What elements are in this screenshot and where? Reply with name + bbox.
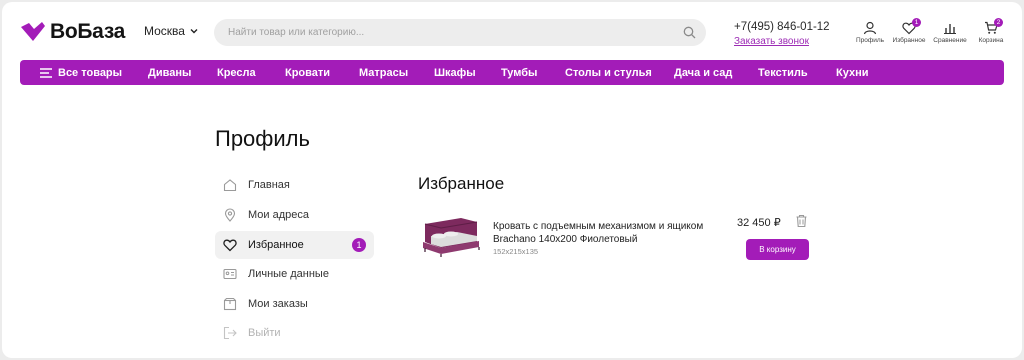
nav-item-tables-chairs[interactable]: Столы и стулья <box>565 67 652 79</box>
callback-link[interactable]: Заказать звонок <box>734 36 809 47</box>
favorites-title: Избранное <box>418 174 505 193</box>
box-icon <box>223 297 237 311</box>
city-selector[interactable]: Москва <box>144 24 199 38</box>
sidebar-item-label: Избранное <box>248 239 304 251</box>
heart-icon <box>223 238 237 252</box>
sidebar-item-personal-data[interactable]: Личные данные <box>215 260 374 288</box>
sidebar-item-addresses[interactable]: Мои адреса <box>215 201 374 229</box>
product-image[interactable] <box>417 214 483 258</box>
sidebar-item-label: Выйти <box>248 327 281 339</box>
city-label: Москва <box>144 24 185 38</box>
nav-item-beds[interactable]: Кровати <box>285 67 330 79</box>
sidebar-item-label: Мои заказы <box>248 298 308 310</box>
nav-item-textile[interactable]: Текстиль <box>758 67 808 79</box>
cart-label: Корзина <box>978 37 1004 44</box>
nav-item-kitchens[interactable]: Кухни <box>836 67 869 79</box>
category-nav: Все товары Диваны Кресла Кровати Матрасы… <box>20 60 1004 85</box>
compare-label: Сравнение <box>933 37 967 44</box>
header-favorites[interactable]: 1 Избранное <box>889 18 929 44</box>
header-compare[interactable]: Сравнение <box>930 21 970 44</box>
logout-icon <box>223 326 237 340</box>
nav-item-armchairs[interactable]: Кресла <box>217 67 256 79</box>
sidebar-item-home[interactable]: Главная <box>215 171 374 199</box>
header-profile[interactable]: Профиль <box>850 21 890 44</box>
sidebar-item-label: Главная <box>248 179 290 191</box>
favorites-count-badge: 1 <box>352 238 366 252</box>
sidebar-item-favorites[interactable]: Избранное 1 <box>215 231 374 259</box>
id-card-icon <box>223 267 237 281</box>
search-icon[interactable] <box>683 26 696 39</box>
add-to-cart-button[interactable]: В корзину <box>746 239 809 260</box>
all-products-button[interactable]: Все товары <box>40 67 122 79</box>
menu-icon <box>40 68 52 78</box>
search-input[interactable] <box>214 19 706 46</box>
header: ВоБаза Москва +7(495) 846-01-12 Заказать… <box>2 2 1022 60</box>
favorites-label: Избранное <box>892 37 926 44</box>
profile-icon <box>863 21 877 35</box>
search-bar <box>214 19 706 46</box>
logo-mark-icon <box>21 22 45 41</box>
sidebar-item-orders[interactable]: Мои заказы <box>215 290 374 318</box>
product-name[interactable]: Кровать с подъемным механизмом и ящиком … <box>493 220 733 246</box>
logo-text: ВоБаза <box>50 20 126 43</box>
nav-item-nightstands[interactable]: Тумбы <box>501 67 537 79</box>
location-pin-icon <box>223 208 237 222</box>
sidebar-item-label: Мои адреса <box>248 209 309 221</box>
page: ВоБаза Москва +7(495) 846-01-12 Заказать… <box>2 2 1022 358</box>
nav-item-wardrobes[interactable]: Шкафы <box>434 67 476 79</box>
logo[interactable]: ВоБаза <box>20 20 125 44</box>
nav-item-mattresses[interactable]: Матрасы <box>359 67 408 79</box>
sidebar-item-label: Личные данные <box>248 268 329 280</box>
header-cart[interactable]: 2 Корзина <box>971 18 1011 44</box>
all-products-label: Все товары <box>58 67 123 79</box>
page-title: Профиль <box>215 126 310 151</box>
cart-badge: 2 <box>994 18 1003 27</box>
nav-item-sofas[interactable]: Диваны <box>148 67 191 79</box>
home-icon <box>223 178 237 192</box>
compare-icon <box>944 24 956 34</box>
chevron-down-icon <box>190 29 198 34</box>
product-price: 32 450 ₽ <box>737 217 781 229</box>
product-dimensions: 152x215x135 <box>493 247 539 256</box>
phone-number[interactable]: +7(495) 846-01-12 <box>734 21 830 33</box>
favorites-badge: 1 <box>912 18 921 27</box>
profile-label: Профиль <box>855 37 885 44</box>
sidebar-item-logout[interactable]: Выйти <box>215 319 374 347</box>
nav-item-garden[interactable]: Дача и сад <box>674 67 732 79</box>
trash-icon[interactable] <box>795 214 808 228</box>
